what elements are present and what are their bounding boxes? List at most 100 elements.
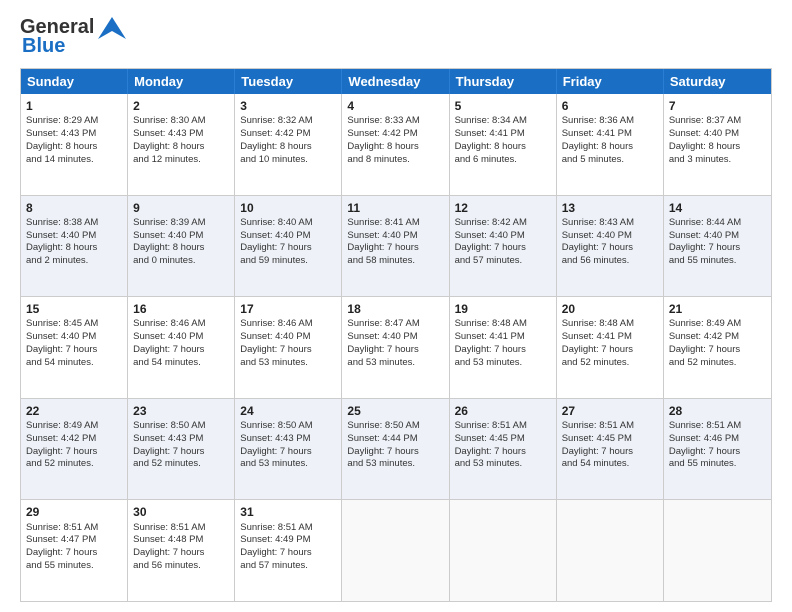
cal-cell: 3Sunrise: 8:32 AMSunset: 4:42 PMDaylight…	[235, 94, 342, 195]
day-info-line: Daylight: 7 hours	[562, 242, 658, 255]
cal-cell: 24Sunrise: 8:50 AMSunset: 4:43 PMDayligh…	[235, 399, 342, 500]
day-number: 5	[455, 98, 551, 114]
day-info-line: Sunrise: 8:49 AM	[26, 420, 122, 433]
day-info-line: and 52 minutes.	[26, 458, 122, 471]
day-number: 16	[133, 301, 229, 317]
day-header-sunday: Sunday	[21, 69, 128, 94]
cal-cell: 20Sunrise: 8:48 AMSunset: 4:41 PMDayligh…	[557, 297, 664, 398]
day-number: 29	[26, 504, 122, 520]
cal-cell	[557, 500, 664, 601]
cal-cell: 10Sunrise: 8:40 AMSunset: 4:40 PMDayligh…	[235, 196, 342, 297]
calendar-header: SundayMondayTuesdayWednesdayThursdayFrid…	[21, 69, 771, 94]
week-row-4: 22Sunrise: 8:49 AMSunset: 4:42 PMDayligh…	[21, 398, 771, 500]
day-info-line: Sunrise: 8:45 AM	[26, 318, 122, 331]
cal-cell: 19Sunrise: 8:48 AMSunset: 4:41 PMDayligh…	[450, 297, 557, 398]
day-info-line: Sunrise: 8:36 AM	[562, 115, 658, 128]
day-info-line: and 56 minutes.	[133, 560, 229, 573]
day-info-line: Sunrise: 8:34 AM	[455, 115, 551, 128]
day-info-line: Daylight: 8 hours	[455, 141, 551, 154]
day-info-line: Daylight: 8 hours	[26, 141, 122, 154]
cal-cell: 1Sunrise: 8:29 AMSunset: 4:43 PMDaylight…	[21, 94, 128, 195]
day-info-line: and 6 minutes.	[455, 154, 551, 167]
day-header-friday: Friday	[557, 69, 664, 94]
day-info-line: and 55 minutes.	[26, 560, 122, 573]
day-info-line: Daylight: 7 hours	[133, 344, 229, 357]
day-number: 27	[562, 403, 658, 419]
day-info-line: Sunrise: 8:48 AM	[455, 318, 551, 331]
day-info-line: Daylight: 7 hours	[562, 344, 658, 357]
cal-cell: 6Sunrise: 8:36 AMSunset: 4:41 PMDaylight…	[557, 94, 664, 195]
day-number: 13	[562, 200, 658, 216]
page: General Blue SundayMondayTuesdayWednesda…	[0, 0, 792, 612]
day-number: 31	[240, 504, 336, 520]
cal-cell: 2Sunrise: 8:30 AMSunset: 4:43 PMDaylight…	[128, 94, 235, 195]
day-number: 2	[133, 98, 229, 114]
day-info-line: Sunrise: 8:32 AM	[240, 115, 336, 128]
day-info-line: Daylight: 7 hours	[455, 344, 551, 357]
calendar: SundayMondayTuesdayWednesdayThursdayFrid…	[20, 68, 772, 602]
day-info-line: and 8 minutes.	[347, 154, 443, 167]
cal-cell: 31Sunrise: 8:51 AMSunset: 4:49 PMDayligh…	[235, 500, 342, 601]
day-number: 8	[26, 200, 122, 216]
day-info-line: Daylight: 7 hours	[240, 547, 336, 560]
day-info-line: Sunrise: 8:40 AM	[240, 217, 336, 230]
day-info-line: Sunrise: 8:43 AM	[562, 217, 658, 230]
day-info-line: and 57 minutes.	[455, 255, 551, 268]
day-info-line: Sunset: 4:41 PM	[455, 128, 551, 141]
day-number: 24	[240, 403, 336, 419]
day-info-line: and 58 minutes.	[347, 255, 443, 268]
day-info-line: Sunset: 4:47 PM	[26, 534, 122, 547]
day-info-line: Daylight: 8 hours	[347, 141, 443, 154]
day-info-line: and 52 minutes.	[562, 357, 658, 370]
day-info-line: Sunrise: 8:38 AM	[26, 217, 122, 230]
day-info-line: Daylight: 8 hours	[240, 141, 336, 154]
cal-cell: 27Sunrise: 8:51 AMSunset: 4:45 PMDayligh…	[557, 399, 664, 500]
cal-cell: 23Sunrise: 8:50 AMSunset: 4:43 PMDayligh…	[128, 399, 235, 500]
day-info-line: Daylight: 8 hours	[669, 141, 766, 154]
cal-cell: 5Sunrise: 8:34 AMSunset: 4:41 PMDaylight…	[450, 94, 557, 195]
day-info-line: Sunrise: 8:50 AM	[133, 420, 229, 433]
day-number: 1	[26, 98, 122, 114]
day-number: 6	[562, 98, 658, 114]
day-info-line: Sunset: 4:41 PM	[562, 128, 658, 141]
day-number: 9	[133, 200, 229, 216]
day-info-line: Sunrise: 8:51 AM	[133, 522, 229, 535]
day-info-line: Daylight: 7 hours	[347, 446, 443, 459]
day-info-line: Sunrise: 8:49 AM	[669, 318, 766, 331]
day-info-line: Sunset: 4:40 PM	[26, 331, 122, 344]
day-info-line: Sunset: 4:40 PM	[133, 230, 229, 243]
day-info-line: Sunset: 4:48 PM	[133, 534, 229, 547]
day-info-line: Sunrise: 8:50 AM	[347, 420, 443, 433]
day-number: 28	[669, 403, 766, 419]
day-number: 10	[240, 200, 336, 216]
day-info-line: Sunrise: 8:30 AM	[133, 115, 229, 128]
day-info-line: Sunset: 4:41 PM	[562, 331, 658, 344]
cal-cell: 13Sunrise: 8:43 AMSunset: 4:40 PMDayligh…	[557, 196, 664, 297]
day-info-line: and 54 minutes.	[133, 357, 229, 370]
day-info-line: Sunrise: 8:51 AM	[562, 420, 658, 433]
day-info-line: Sunrise: 8:46 AM	[133, 318, 229, 331]
day-info-line: and 53 minutes.	[240, 357, 336, 370]
day-info-line: Daylight: 7 hours	[455, 242, 551, 255]
day-info-line: Sunset: 4:49 PM	[240, 534, 336, 547]
day-info-line: Sunrise: 8:47 AM	[347, 318, 443, 331]
day-info-line: Sunrise: 8:29 AM	[26, 115, 122, 128]
day-number: 14	[669, 200, 766, 216]
day-info-line: Sunset: 4:40 PM	[347, 331, 443, 344]
week-row-2: 8Sunrise: 8:38 AMSunset: 4:40 PMDaylight…	[21, 195, 771, 297]
day-info-line: Sunset: 4:40 PM	[26, 230, 122, 243]
day-number: 17	[240, 301, 336, 317]
day-info-line: Sunset: 4:40 PM	[240, 230, 336, 243]
cal-cell: 8Sunrise: 8:38 AMSunset: 4:40 PMDaylight…	[21, 196, 128, 297]
day-header-tuesday: Tuesday	[235, 69, 342, 94]
day-info-line: Sunrise: 8:41 AM	[347, 217, 443, 230]
day-number: 4	[347, 98, 443, 114]
day-info-line: Daylight: 7 hours	[26, 344, 122, 357]
cal-cell: 28Sunrise: 8:51 AMSunset: 4:46 PMDayligh…	[664, 399, 771, 500]
week-row-1: 1Sunrise: 8:29 AMSunset: 4:43 PMDaylight…	[21, 94, 771, 195]
day-info-line: Sunset: 4:44 PM	[347, 433, 443, 446]
day-info-line: Sunset: 4:41 PM	[455, 331, 551, 344]
cal-cell: 21Sunrise: 8:49 AMSunset: 4:42 PMDayligh…	[664, 297, 771, 398]
day-info-line: and 14 minutes.	[26, 154, 122, 167]
day-info-line: Sunrise: 8:37 AM	[669, 115, 766, 128]
